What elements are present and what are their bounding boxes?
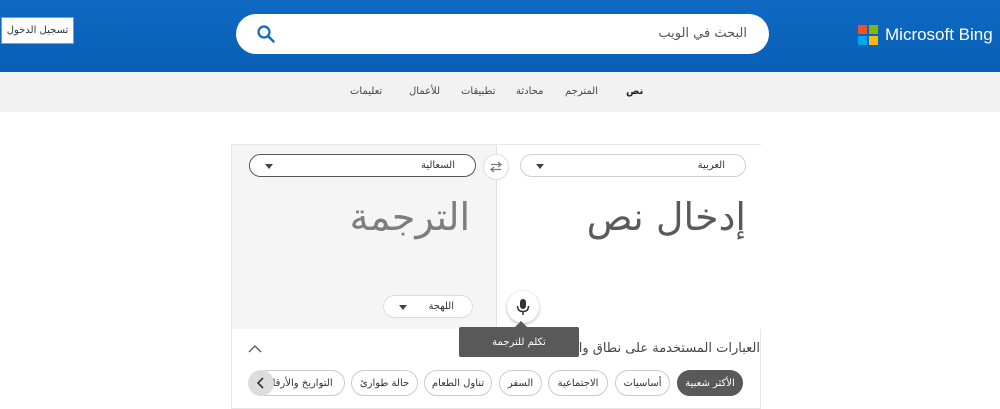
signin-button[interactable]: تسجيل الدخول <box>1 17 74 44</box>
source-text-input[interactable]: إدخال نص <box>587 195 746 239</box>
chip-dining[interactable]: تناول الطعام <box>424 370 492 396</box>
target-language-label: السعالية <box>420 160 455 171</box>
chips-scroll-button[interactable] <box>248 370 274 396</box>
chip-travel[interactable]: السفر <box>499 370 542 396</box>
search-placeholder[interactable]: البحث في الويب <box>658 26 747 41</box>
nav-item-apps[interactable]: تطبيقات <box>461 86 496 97</box>
chip-emergency[interactable]: حالة طوارئ <box>351 370 418 396</box>
phrases-title: العبارات المستخدمة على نطاق واسع <box>560 341 760 356</box>
microphone-button[interactable] <box>507 291 539 323</box>
nav-item-translator[interactable]: المترجم <box>565 86 598 97</box>
swap-languages-button[interactable] <box>483 154 509 180</box>
swap-icon <box>490 161 502 173</box>
translation-output: الترجمة <box>349 195 470 239</box>
search-icon[interactable] <box>256 24 276 44</box>
chevron-down-icon <box>265 164 273 169</box>
chevron-up-icon[interactable] <box>248 344 262 354</box>
chip-social[interactable]: الاجتماعية <box>548 370 608 396</box>
microsoft-logo-icon <box>858 25 878 45</box>
chevron-down-icon <box>399 305 407 310</box>
source-language-select[interactable]: العربية <box>520 154 746 177</box>
dialect-select[interactable]: اللهجة <box>383 295 473 318</box>
search-box[interactable]: البحث في الويب <box>236 14 769 54</box>
header-bar: Microsoft Bing البحث في الويب تسجيل الدخ… <box>0 0 1000 72</box>
microphone-icon <box>516 299 530 315</box>
bing-logo[interactable]: Microsoft Bing <box>858 25 993 45</box>
chip-basics[interactable]: أساسيات <box>615 370 670 396</box>
dialect-label: اللهجة <box>428 301 454 312</box>
target-language-select[interactable]: السعالية <box>249 154 476 177</box>
mic-tooltip: تكلم للترجمة <box>459 321 579 357</box>
nav-item-text[interactable]: نص <box>626 86 643 97</box>
chip-most-popular[interactable]: الأكثر شعبية <box>677 370 743 396</box>
nav-item-help[interactable]: تعليمات <box>350 86 382 97</box>
chevron-down-icon <box>536 164 544 169</box>
nav-item-business[interactable]: للأعمال <box>409 86 440 97</box>
chevron-left-icon <box>256 377 264 389</box>
translator-nav: نص المترجم محادثة تطبيقات للأعمال تعليما… <box>0 72 1000 112</box>
nav-item-conversation[interactable]: محادثة <box>516 86 543 97</box>
source-language-label: العربية <box>697 160 725 171</box>
brand-name: Microsoft Bing <box>885 25 993 44</box>
